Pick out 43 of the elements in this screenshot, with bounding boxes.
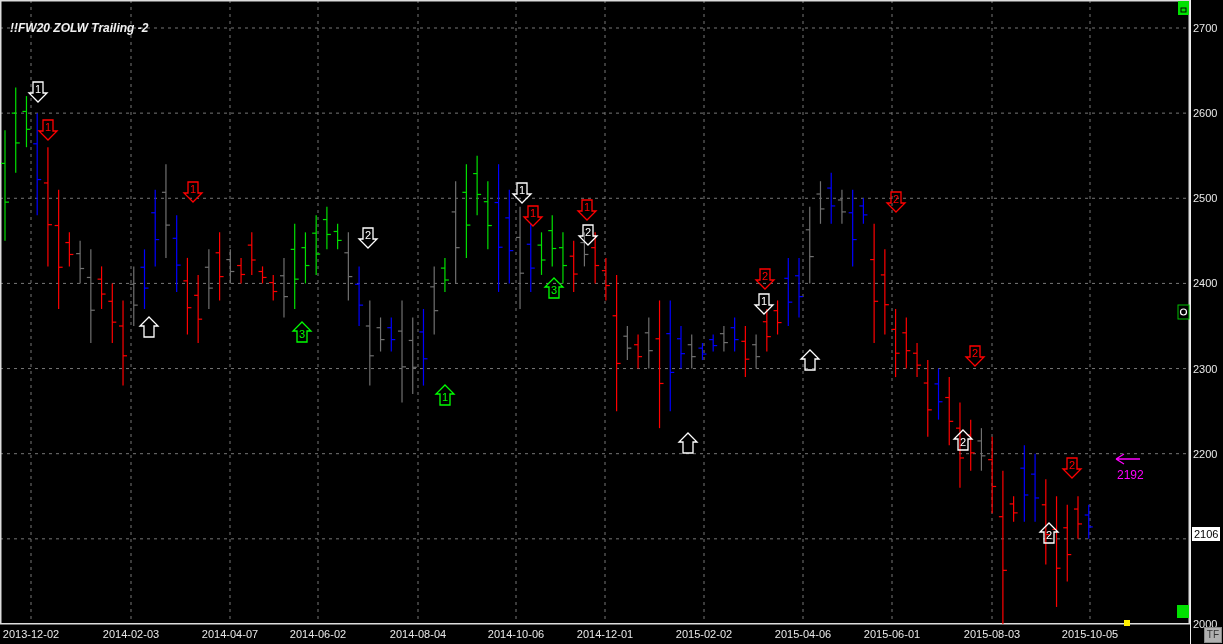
date-axis-label: 2014-02-03 [102, 628, 160, 640]
date-axis-label: 2015-06-01 [863, 628, 921, 640]
price-axis-label: 2300 [1193, 362, 1218, 375]
price-axis-label: 2200 [1193, 447, 1218, 460]
signal-label: 2 [364, 229, 372, 241]
signal-label: 3 [298, 328, 306, 340]
signal-label: 1 [760, 295, 768, 307]
circle-handle-icon[interactable] [1177, 304, 1190, 320]
signal-label: 1 [518, 184, 526, 196]
price-axis-label: 2600 [1193, 107, 1218, 120]
signal-label: 1 [34, 83, 42, 95]
date-axis-label: 2014-08-04 [389, 628, 447, 640]
signal-label: 2 [971, 347, 979, 359]
position-marker-icon [1124, 620, 1130, 626]
signal-label: 3 [550, 284, 558, 296]
date-axis-label: 2014-04-07 [201, 628, 259, 640]
chart-title: !!FW20 ZOLW Trailing -2 [10, 20, 149, 37]
date-axis-label: 2014-06-02 [289, 628, 347, 640]
signal-label: 1 [529, 207, 537, 219]
signal-label: 1 [441, 391, 449, 403]
scroll-bottom-handle[interactable] [1177, 605, 1189, 618]
price-axis-label: 2500 [1193, 192, 1218, 205]
left-arrow-icon [1115, 453, 1141, 465]
date-axis-label: 2015-08-03 [963, 628, 1021, 640]
date-axis-label: 2014-12-01 [576, 628, 634, 640]
last-price-label: 2106 [1192, 527, 1221, 541]
date-axis-label: 2015-04-06 [774, 628, 832, 640]
scroll-top-handle[interactable] [1178, 1, 1189, 15]
price-axis-label: 2700 [1193, 22, 1218, 34]
signal-label: 1 [189, 183, 197, 195]
signal-label: 2 [761, 270, 769, 282]
signal-label: 2 [892, 193, 900, 205]
date-axis-label: 2014-10-06 [487, 628, 545, 640]
signal-label: 2 [584, 226, 592, 238]
date-axis-label: 2015-10-05 [1061, 628, 1119, 640]
target-price-label: 2192 [1117, 468, 1144, 482]
date-axis-label: 2013-12-02 [2, 628, 60, 640]
signal-label: 1 [583, 201, 591, 213]
tf-button[interactable]: TF [1203, 627, 1222, 643]
date-axis-label: 2015-02-02 [675, 628, 733, 640]
signal-label: 2 [1068, 459, 1076, 471]
price-axis-label: 2400 [1193, 277, 1218, 290]
signal-label: 1 [44, 121, 52, 133]
